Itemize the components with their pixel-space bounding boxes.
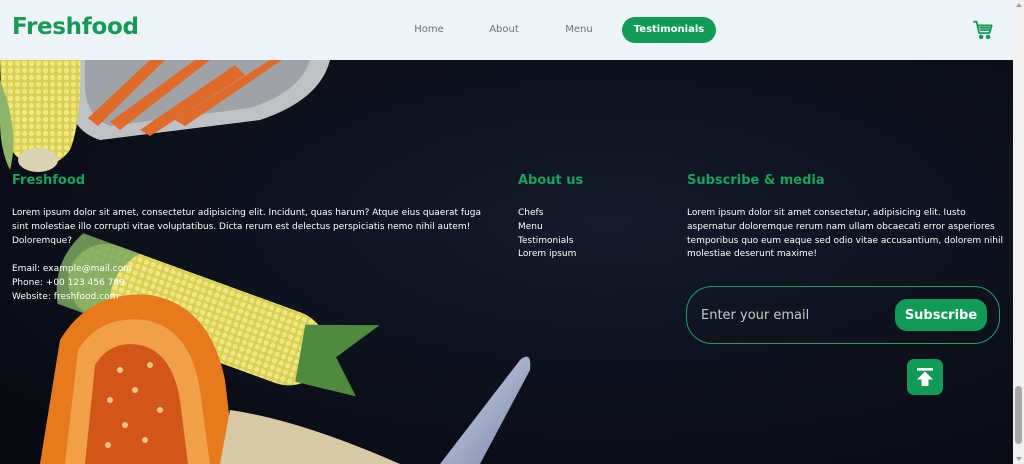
shopping-cart-icon[interactable] — [972, 19, 994, 41]
nav-menu[interactable]: Menu — [548, 17, 610, 43]
email-input[interactable] — [701, 304, 891, 326]
footer-about-title: About us — [518, 173, 584, 188]
footer-link-lorem[interactable]: Lorem ipsum — [518, 248, 576, 262]
subscribe-form: Subscribe — [686, 286, 1000, 344]
subscribe-button[interactable]: Subscribe — [895, 299, 987, 331]
contact-phone: Phone: +00 123 456 789 — [12, 277, 125, 288]
footer-about-links: Chefs Menu Testimonials Lorem ipsum — [518, 207, 576, 262]
footer-brand-title: Freshfood — [12, 173, 86, 188]
nav-testimonials[interactable]: Testimonials — [622, 17, 716, 43]
scroll-up-arrow-icon[interactable] — [1016, 3, 1022, 7]
nav-home[interactable]: Home — [398, 17, 460, 43]
arrow-up-to-top-icon[interactable] — [907, 359, 943, 395]
page-scrollbar[interactable] — [1013, 0, 1024, 464]
footer-contact: Email: example@mail.com Phone: +00 123 4… — [12, 263, 132, 304]
footer-subscribe-title: Subscribe & media — [687, 173, 825, 188]
site-header: Freshfood Home About Menu Testimonials — [0, 0, 1013, 60]
contact-email: Email: example@mail.com — [12, 264, 132, 274]
footer-subscribe-text: Lorem ipsum dolor sit amet consectetur, … — [687, 208, 1003, 260]
site-logo[interactable]: Freshfood — [12, 14, 139, 40]
footer-link-chefs[interactable]: Chefs — [518, 207, 576, 221]
contact-website: Website: freshfood.com — [12, 291, 119, 302]
footer-brand-text: Lorem ipsum dolor sit amet, consectetur … — [12, 208, 482, 246]
scroll-down-arrow-icon[interactable] — [1016, 457, 1022, 461]
footer-link-testimonials[interactable]: Testimonials — [518, 235, 576, 249]
footer-link-menu[interactable]: Menu — [518, 221, 576, 235]
scrollbar-thumb[interactable] — [1015, 386, 1022, 444]
main-nav: Home About Menu Testimonials — [398, 17, 716, 43]
nav-about[interactable]: About — [460, 17, 548, 43]
